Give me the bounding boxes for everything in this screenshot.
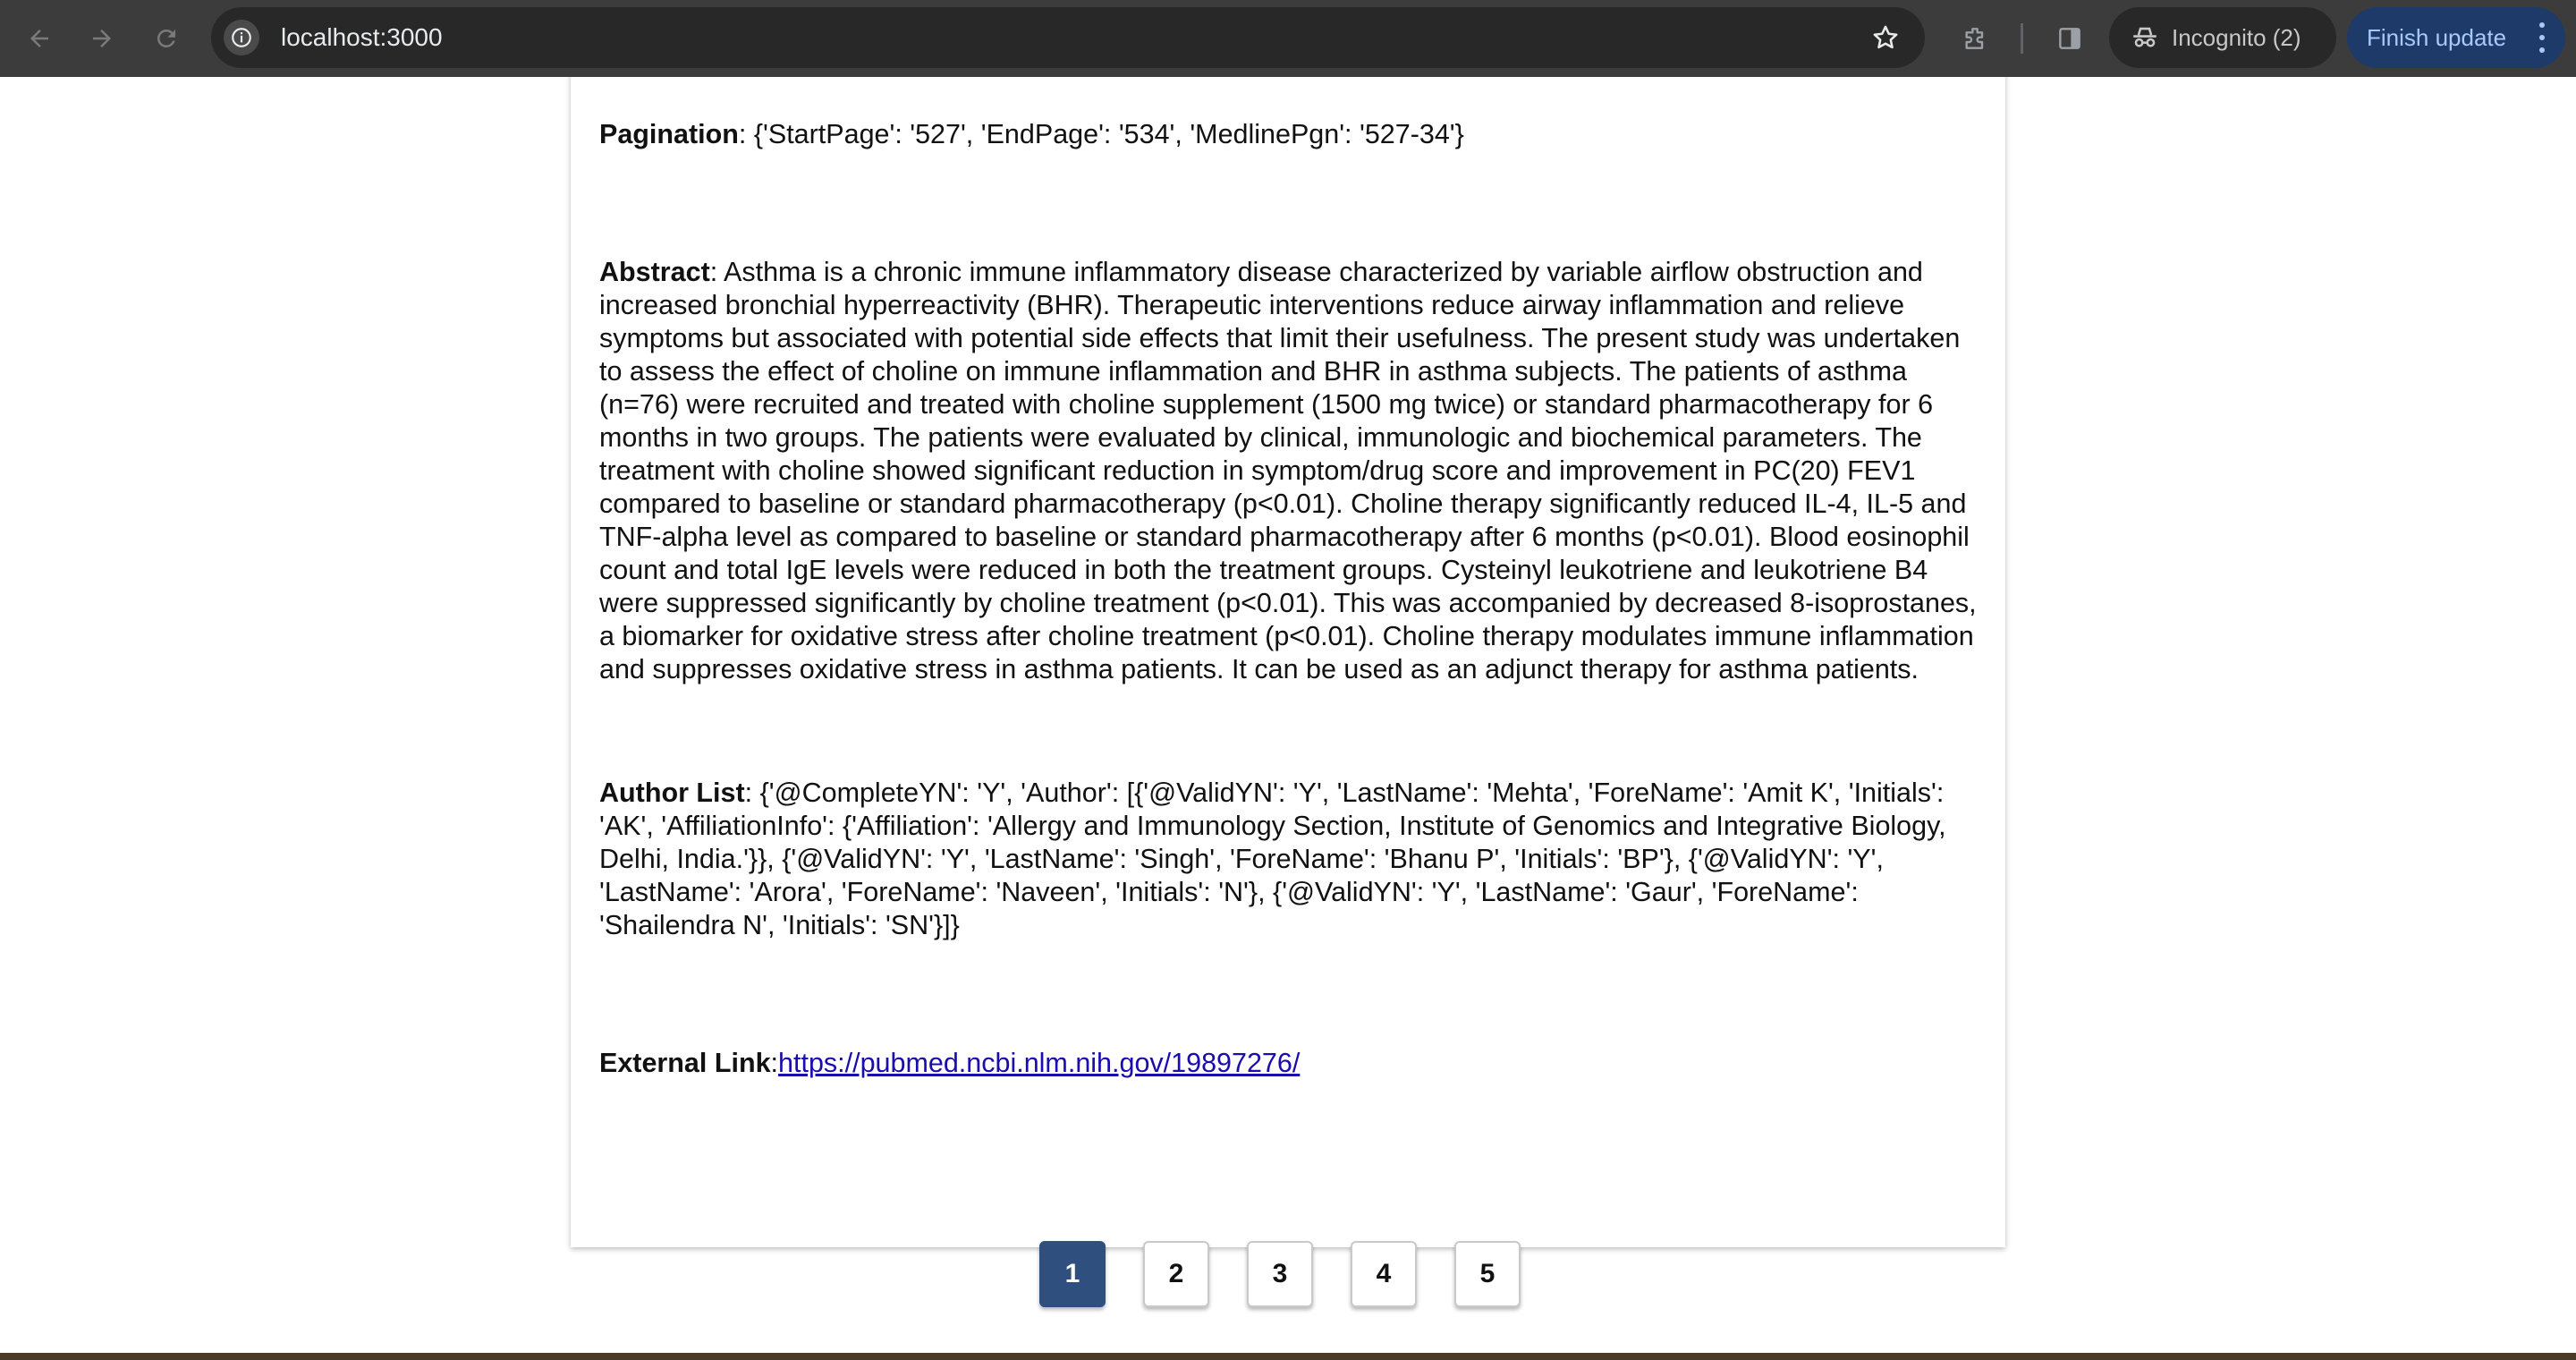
abstract-field: Abstract: Asthma is a chronic immune inf… <box>599 256 1977 686</box>
pagination-label: Pagination <box>599 119 739 149</box>
window-bottom-edge <box>0 1353 2576 1360</box>
reload-icon[interactable] <box>147 19 186 58</box>
incognito-label: Incognito (2) <box>2172 24 2301 51</box>
external-link-separator: : <box>770 1048 779 1078</box>
toolbar-divider <box>2021 23 2023 54</box>
external-link[interactable]: https://pubmed.ncbi.nlm.nih.gov/19897276… <box>778 1048 1300 1078</box>
page-button-3[interactable]: 3 <box>1247 1241 1313 1307</box>
author-list-value: : {'@CompleteYN': 'Y', 'Author': [{'@Val… <box>599 778 1946 940</box>
author-list-label: Author List <box>599 778 745 808</box>
article-card: Pagination: {'StartPage': '527', 'EndPag… <box>571 77 2005 1247</box>
side-panel-icon[interactable] <box>2050 19 2089 58</box>
pagination-value: : {'StartPage': '527', 'EndPage': '534',… <box>738 119 1464 149</box>
abstract-text: : Asthma is a chronic immune inflammator… <box>599 257 1977 684</box>
extensions-icon[interactable] <box>1955 19 1995 58</box>
address-bar[interactable]: localhost:3000 <box>211 7 1925 68</box>
url-text[interactable]: localhost:3000 <box>281 7 443 68</box>
forward-icon[interactable] <box>82 19 122 58</box>
page-button-4[interactable]: 4 <box>1351 1241 1417 1307</box>
bookmark-star-icon[interactable] <box>1868 20 1903 55</box>
incognito-icon <box>2129 21 2161 54</box>
page-viewport: Pagination: {'StartPage': '527', 'EndPag… <box>0 77 2576 1360</box>
finish-update-label: Finish update <box>2367 24 2507 51</box>
page-button-2[interactable]: 2 <box>1143 1241 1209 1307</box>
page-button-1[interactable]: 1 <box>1039 1241 1106 1307</box>
external-link-label: External Link <box>599 1048 771 1078</box>
site-info-icon[interactable] <box>224 20 259 55</box>
pagination-controls: 1 2 3 4 5 <box>1039 1241 1521 1307</box>
author-list-field: Author List: {'@CompleteYN': 'Y', 'Autho… <box>599 777 1977 942</box>
back-icon[interactable] <box>20 19 59 58</box>
finish-update-button[interactable]: Finish update <box>2347 7 2565 68</box>
browser-toolbar: localhost:3000 Incognito (2) Finish upda… <box>0 0 2576 77</box>
pagination-field: Pagination: {'StartPage': '527', 'EndPag… <box>599 118 1977 151</box>
abstract-label: Abstract <box>599 257 710 287</box>
external-link-field: External Link:https://pubmed.ncbi.nlm.ni… <box>599 1047 1977 1080</box>
incognito-button[interactable]: Incognito (2) <box>2109 7 2336 68</box>
page-button-5[interactable]: 5 <box>1454 1241 1521 1307</box>
more-menu-icon[interactable] <box>2535 22 2549 53</box>
